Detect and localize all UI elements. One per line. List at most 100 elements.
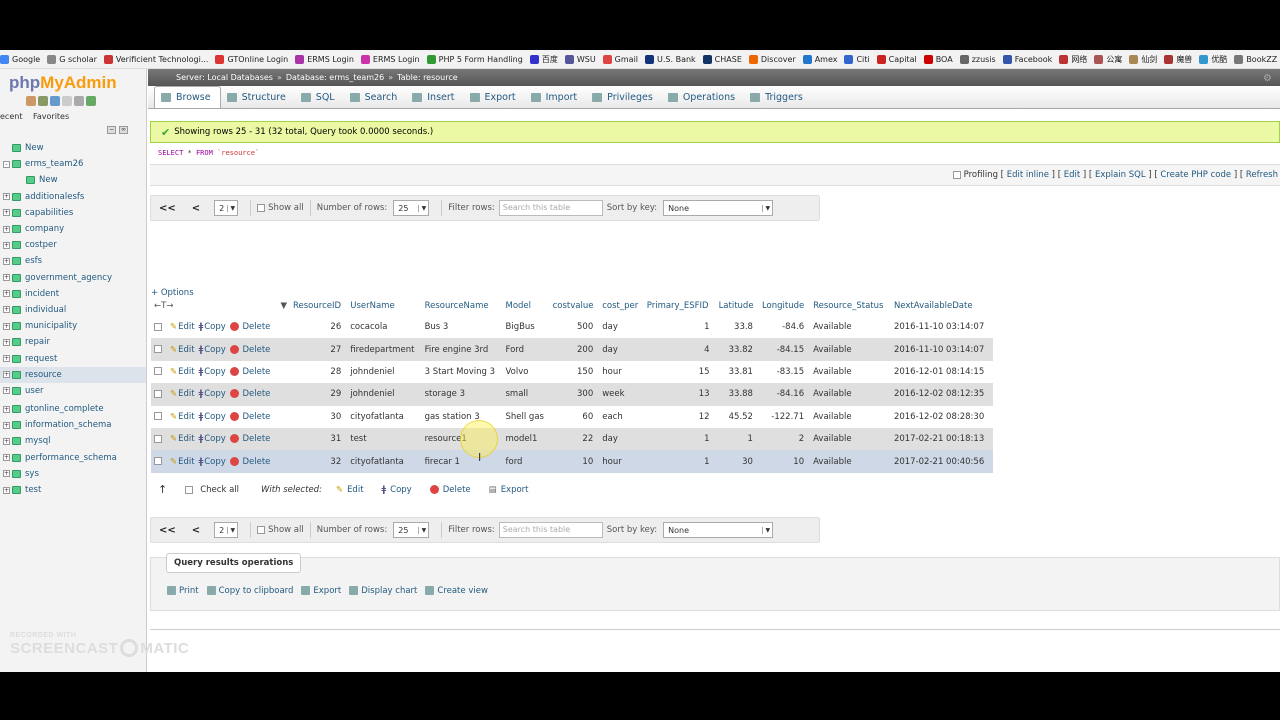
collapse-all-icon[interactable]: −	[107, 126, 116, 134]
cell-resource_status[interactable]: Available	[810, 360, 891, 384]
bookmark-item[interactable]: ERMS Login	[360, 50, 420, 68]
expand-icon[interactable]: +	[3, 274, 10, 282]
column-header-username[interactable]: UserName	[347, 296, 421, 316]
bookmark-item[interactable]: Facebook	[1002, 50, 1052, 68]
cell-model[interactable]: small	[502, 383, 550, 406]
edit-inline-link[interactable]: Edit inline	[1007, 170, 1049, 180]
cell-nextavailabledate[interactable]: 2016-11-10 03:14:07	[890, 338, 993, 361]
show-all-checkbox[interactable]	[257, 204, 266, 212]
table-row[interactable]: ✎Edit ǂCopy Delete 26 cocacola Bus 3 BigBus 50…	[151, 316, 993, 339]
cell-latitude[interactable]: 33.88	[715, 383, 759, 406]
bookmark-item[interactable]: zzusis	[959, 50, 996, 68]
tree-item-new[interactable]: New	[0, 172, 146, 188]
expand-icon[interactable]: +	[3, 421, 10, 429]
row-delete-button[interactable]: Delete	[242, 389, 270, 399]
row-delete-button[interactable]: Delete	[242, 412, 270, 422]
expand-icon[interactable]: +	[3, 355, 10, 363]
cell-resourceid[interactable]: 28	[290, 360, 348, 384]
tree-item-resource[interactable]: + resource	[0, 366, 146, 383]
tree-item-incident[interactable]: + incident	[0, 286, 146, 302]
bookmark-item[interactable]: Amex	[802, 50, 837, 68]
bookmark-item[interactable]: WSU	[564, 50, 596, 68]
tree-item-esfs[interactable]: + esfs	[0, 253, 146, 269]
create-php-code-link[interactable]: Create PHP code	[1160, 170, 1231, 180]
cell-username[interactable]: cityofatlanta	[347, 450, 422, 473]
cell-latitude[interactable]: 1	[715, 427, 759, 451]
tree-item-erms-team26[interactable]: - erms_team26	[0, 156, 146, 172]
row-edit-button[interactable]: Edit	[178, 389, 194, 399]
row-copy-button[interactable]: Copy	[204, 367, 226, 377]
row-checkbox[interactable]	[154, 389, 162, 398]
help-icon[interactable]	[50, 96, 60, 106]
cell-cost_per[interactable]: each	[599, 405, 644, 428]
cell-nextavailabledate[interactable]: 2016-12-02 08:12:35	[890, 383, 993, 406]
row-checkbox[interactable]	[154, 457, 162, 466]
print-link[interactable]: Print	[167, 586, 199, 596]
cell-resourceid[interactable]: 31	[290, 427, 348, 451]
cell-longitude[interactable]: -122.71	[758, 405, 811, 428]
cell-costvalue[interactable]: 300	[549, 383, 600, 406]
tree-item-request[interactable]: + request	[0, 350, 146, 366]
tab-export[interactable]: Export	[464, 86, 525, 108]
cell-primary_esfid[interactable]: 12	[643, 405, 716, 428]
tree-item-performance-schema[interactable]: + performance_schema	[0, 450, 146, 466]
cell-costvalue[interactable]: 150	[549, 360, 600, 384]
expand-icon[interactable]: +	[3, 371, 10, 379]
row-edit-button[interactable]: Edit	[178, 322, 194, 332]
page-select[interactable]: 2 ▼	[214, 522, 239, 538]
column-header-cost_per[interactable]: cost_per	[599, 296, 644, 316]
bookmark-item[interactable]: BookZZ	[1234, 50, 1277, 68]
filter-rows-input[interactable]: Search this table	[498, 522, 603, 538]
tab-privileges[interactable]: Privileges	[586, 86, 662, 108]
row-copy-button[interactable]: Copy	[204, 322, 226, 332]
gear-icon[interactable]: ⚙	[1263, 73, 1272, 84]
refresh-link[interactable]: Refresh	[1246, 170, 1278, 180]
expand-icon[interactable]: +	[3, 322, 10, 330]
expand-icon[interactable]: +	[3, 486, 10, 494]
table-row[interactable]: ✎Edit ǂCopy Delete 32 cityofatlanta firecar …	[151, 450, 993, 473]
bookmark-item[interactable]: GTOnline Login	[215, 50, 288, 68]
bookmark-item[interactable]: 公寓	[1094, 50, 1122, 68]
cell-latitude[interactable]: 30	[715, 450, 759, 473]
column-header-costvalue[interactable]: costvalue	[550, 296, 600, 316]
cell-primary_esfid[interactable]: 1	[643, 427, 716, 451]
sort-key-select[interactable]: None ▼	[663, 522, 774, 538]
expand-icon[interactable]: +	[3, 257, 10, 265]
bookmark-item[interactable]: 优酷	[1199, 50, 1227, 68]
bulk-copy-button[interactable]: Copy	[390, 485, 412, 495]
expand-icon[interactable]: +	[3, 241, 10, 249]
row-delete-button[interactable]: Delete	[242, 322, 270, 332]
cell-costvalue[interactable]: 500	[549, 316, 600, 339]
column-header-resource_status[interactable]: Resource_Status	[810, 296, 891, 316]
tree-item-information-schema[interactable]: + information_schema	[0, 417, 146, 433]
bulk-export-button[interactable]: Export	[501, 485, 529, 495]
display-chart-link[interactable]: Display chart	[349, 586, 417, 596]
cell-model[interactable]: Volvo	[502, 360, 550, 384]
row-copy-button[interactable]: Copy	[204, 345, 226, 355]
create-view-link[interactable]: Create view	[425, 586, 488, 596]
cell-username[interactable]: johndeniel	[347, 360, 422, 384]
tree-item-gtonline-complete[interactable]: + gtonline_complete	[0, 401, 146, 417]
cell-longitude[interactable]: -84.6	[758, 316, 811, 339]
tab-sql[interactable]: SQL	[295, 86, 344, 108]
cell-nextavailabledate[interactable]: 2017-02-21 00:40:56	[890, 450, 993, 473]
expand-icon[interactable]: +	[3, 437, 10, 445]
row-edit-button[interactable]: Edit	[178, 412, 194, 422]
cell-costvalue[interactable]: 60	[549, 405, 600, 428]
row-checkbox[interactable]	[154, 412, 162, 421]
row-checkbox[interactable]	[154, 434, 162, 443]
cell-resourceid[interactable]: 27	[290, 338, 348, 361]
expand-icon[interactable]: +	[3, 338, 10, 346]
table-row[interactable]: ✎Edit ǂCopy Delete 28 johndeniel 3 Start Mov…	[151, 360, 993, 384]
cell-primary_esfid[interactable]: 13	[643, 383, 716, 406]
row-edit-button[interactable]: Edit	[178, 457, 194, 467]
docs-icon[interactable]	[62, 96, 72, 106]
cell-resource_status[interactable]: Available	[810, 383, 891, 406]
tree-item-costper[interactable]: + costper	[0, 237, 146, 253]
tree-item-municipality[interactable]: + municipality	[0, 318, 146, 334]
edit-link[interactable]: Edit	[1064, 170, 1080, 180]
row-checkbox[interactable]	[154, 345, 162, 354]
cell-resource_status[interactable]: Available	[810, 316, 891, 339]
cell-resource_status[interactable]: Available	[810, 338, 891, 361]
cell-cost_per[interactable]: hour	[599, 450, 644, 473]
